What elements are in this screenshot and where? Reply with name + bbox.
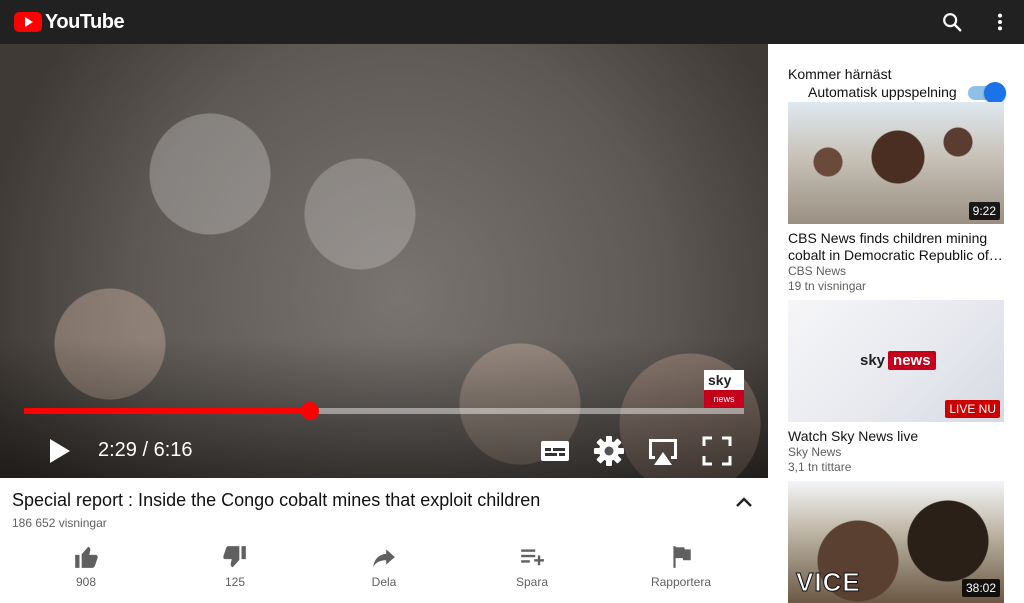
recommended-video-card[interactable]: VICE 38:02 — [788, 481, 1004, 603]
playlist-add-icon — [521, 549, 544, 566]
thumbs-down-icon — [223, 546, 246, 568]
video-thumbnail[interactable]: VICE 38:02 — [788, 481, 1004, 603]
video-title[interactable]: Watch Sky News live — [788, 428, 1004, 445]
youtube-logo[interactable]: YouTube — [14, 10, 125, 34]
share-button[interactable]: Dela — [324, 540, 444, 589]
flag-icon — [673, 546, 691, 568]
autoplay-toggle[interactable] — [968, 82, 1006, 104]
video-actions-bar: 908 125 Dela Spara Rapportera — [0, 540, 768, 592]
video-thumbnail[interactable]: sky news LIVE NU — [788, 300, 1004, 422]
duration-badge: 9:22 — [968, 202, 1000, 220]
airplay-icon[interactable] — [646, 434, 680, 468]
play-icon[interactable] — [44, 436, 74, 466]
top-app-bar: YouTube — [0, 0, 1024, 44]
like-count: 908 — [75, 575, 97, 589]
share-icon — [373, 549, 395, 567]
toggle-knob — [984, 82, 1006, 104]
viewer-count: 3,1 tn tittare — [788, 460, 852, 474]
up-next-heading: Kommer härnäst — [788, 66, 892, 82]
search-icon[interactable] — [941, 11, 963, 33]
thumbs-up-icon — [75, 546, 98, 568]
progress-scrubber[interactable] — [300, 402, 319, 420]
live-badge: LIVE NU — [945, 400, 1000, 418]
up-next-video-card[interactable]: 9:22 CBS News finds children mining coba… — [788, 102, 1004, 294]
channel-name: Sky News — [788, 445, 842, 459]
settings-gear-icon[interactable] — [592, 434, 626, 468]
video-title[interactable]: CBS News finds children mining cobalt in… — [788, 230, 1004, 264]
youtube-play-logo-icon — [14, 12, 42, 32]
progress-played — [24, 408, 310, 414]
more-vert-icon[interactable] — [989, 11, 1011, 33]
video-player[interactable]: sky news 2:29 / 6:16 — [0, 44, 768, 478]
sky-news-watermark: sky news — [704, 370, 744, 408]
time-display: 2:29 / 6:16 — [98, 439, 193, 461]
progress-bar[interactable] — [24, 402, 744, 420]
dislike-button[interactable]: 125 — [175, 540, 295, 589]
up-next-sidebar: Kommer härnäst Automatisk uppspelning 9:… — [768, 44, 1024, 603]
channel-name: CBS News — [788, 264, 847, 278]
dislike-count: 125 — [224, 575, 246, 589]
app-name: YouTube — [45, 10, 125, 33]
like-button[interactable]: 908 — [26, 540, 146, 589]
share-label: Dela — [371, 575, 397, 589]
save-button[interactable]: Spara — [472, 540, 592, 589]
duration-badge: 38:02 — [961, 579, 1000, 597]
report-label: Rapportera — [650, 575, 712, 589]
video-thumbnail[interactable]: 9:22 — [788, 102, 1004, 224]
sky-news-logo: sky news — [860, 350, 936, 370]
chevron-up-icon[interactable] — [734, 494, 754, 510]
view-count: 186 652 visningar — [12, 516, 107, 530]
autoplay-label: Automatisk uppspelning — [808, 84, 957, 100]
view-count: 19 tn visningar — [788, 279, 867, 293]
video-title: Special report : Inside the Congo cobalt… — [12, 490, 541, 510]
save-label: Spara — [515, 575, 549, 589]
report-button[interactable]: Rapportera — [621, 540, 741, 589]
subtitles-icon[interactable] — [538, 434, 572, 468]
fullscreen-icon[interactable] — [700, 434, 734, 468]
recommended-video-card[interactable]: sky news LIVE NU Watch Sky News live Sky… — [788, 300, 1004, 475]
vice-logo: VICE — [796, 567, 861, 598]
